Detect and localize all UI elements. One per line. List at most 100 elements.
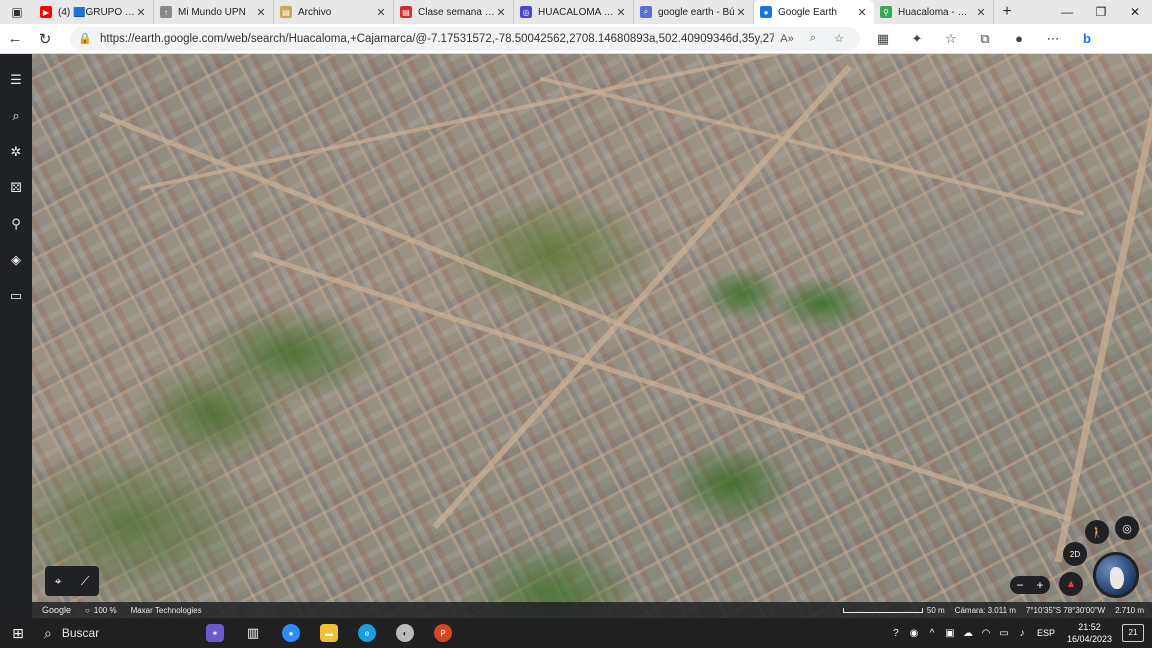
compass-icon[interactable]: ▲ bbox=[1059, 572, 1083, 596]
maps-pin-icon: ⚲ bbox=[880, 6, 892, 18]
powerpoint-icon[interactable]: P bbox=[424, 618, 462, 648]
coordinates: 7°10'35"S 78°30'00"W bbox=[1025, 605, 1106, 615]
tab-label: Mi Mundo UPN bbox=[178, 6, 246, 18]
zoom-out-icon[interactable]: − bbox=[1016, 578, 1023, 592]
chatgpt-icon: ◎ bbox=[520, 6, 532, 18]
language-indicator[interactable]: ESP bbox=[1037, 628, 1055, 638]
windows-start-icon[interactable]: ⊞ bbox=[0, 618, 36, 648]
earth-status-bar: Google ○ 100 % Maxar Technologies 50 m C… bbox=[32, 602, 1152, 618]
collections-icon[interactable]: ⧉ bbox=[968, 24, 1002, 54]
tab-strip: ▶(4) 🟦GRUPO LUZ✕↑Mi Mundo UPN✕▤Archivo✕▤… bbox=[34, 0, 994, 24]
tab-label: google earth - Bú bbox=[658, 6, 735, 18]
read-aloud-icon[interactable]: A» bbox=[774, 33, 800, 45]
tab-2[interactable]: ▤ Archivo ✕ bbox=[274, 0, 394, 24]
map-style-icon[interactable]: ◈ bbox=[0, 242, 32, 278]
task-view-icon[interactable]: ▥ bbox=[234, 618, 272, 648]
tab-close-icon[interactable]: ✕ bbox=[975, 6, 987, 19]
bing-icon[interactable]: b bbox=[1070, 24, 1104, 54]
satellite-imagery[interactable] bbox=[32, 54, 1152, 618]
load-percentage: 100 % bbox=[93, 605, 117, 615]
tab-4[interactable]: ◎ HUACALOMA - 1! ✕ bbox=[514, 0, 634, 24]
clock-time: 21:52 bbox=[1078, 622, 1101, 632]
notifications-badge[interactable]: 21 bbox=[1122, 624, 1144, 642]
url-text[interactable]: https://earth.google.com/web/search/Huac… bbox=[100, 33, 774, 45]
reload-icon[interactable]: ↻ bbox=[30, 24, 60, 54]
globe-minimap-icon[interactable] bbox=[1093, 552, 1139, 598]
address-bar[interactable]: 🔒 https://earth.google.com/web/search/Hu… bbox=[70, 26, 860, 51]
tab-close-icon[interactable]: ✕ bbox=[495, 6, 507, 19]
clock[interactable]: 21:52 16/04/2023 bbox=[1067, 621, 1112, 645]
restore-icon[interactable]: ❐ bbox=[1084, 0, 1118, 24]
search-icon: ⌕ bbox=[44, 624, 52, 641]
file-explorer-icon[interactable]: ▬ bbox=[310, 618, 348, 648]
tab-3[interactable]: ▤ Clase semana 3_p ✕ bbox=[394, 0, 514, 24]
help-icon[interactable]: ? bbox=[887, 628, 905, 639]
edge-browser-icon[interactable]: e bbox=[348, 618, 386, 648]
news-widget-icon[interactable]: ✶ bbox=[196, 618, 234, 648]
browser-nav-bar: ← ↻ 🔒 https://earth.google.com/web/searc… bbox=[0, 24, 1152, 54]
voyager-icon[interactable]: ✲ bbox=[0, 134, 32, 170]
camera-altitude: Cámara: 3.011 m bbox=[954, 605, 1016, 615]
feeling-lucky-icon[interactable]: ⚄ bbox=[0, 170, 32, 206]
tab-6[interactable]: ● Google Earth ✕ bbox=[754, 0, 874, 24]
measure-path-icon[interactable]: ⟋ bbox=[81, 574, 89, 589]
scale-bar: 50 m bbox=[842, 606, 945, 615]
zoom-controls: − + bbox=[1010, 576, 1050, 594]
loading-circle-icon: ○ bbox=[85, 605, 90, 615]
minimize-icon[interactable]: — bbox=[1050, 0, 1084, 24]
onedrive-icon[interactable]: ☁ bbox=[959, 628, 977, 639]
volume-icon[interactable]: ♪ bbox=[1013, 628, 1031, 639]
zoom-in-icon[interactable]: + bbox=[1036, 578, 1043, 592]
extension-icon[interactable]: ▦ bbox=[866, 24, 900, 54]
tab-label: (4) 🟦GRUPO LUZ bbox=[58, 6, 135, 18]
tab-1[interactable]: ↑ Mi Mundo UPN ✕ bbox=[154, 0, 274, 24]
zoom-icon[interactable]: ⌕ bbox=[800, 32, 826, 45]
pegman-icon[interactable]: 🚶 bbox=[1085, 520, 1109, 544]
tab-close-icon[interactable]: ✕ bbox=[255, 6, 267, 19]
earth-viewport[interactable]: ⌖ ⟋ 🚶 ◎ 2D − + ▲ Google ○ 100 % Maxar Te… bbox=[0, 54, 1152, 618]
tab-label: Google Earth bbox=[778, 6, 837, 18]
zoom-app-icon[interactable]: ● bbox=[272, 618, 310, 648]
windows-taskbar: ⊞ ⌕ Buscar ✶ ▥ ● ▬ e ◐ P ? ◉ ^ ▣ ☁ ◠ ▭ ♪… bbox=[0, 618, 1152, 648]
tab-close-icon[interactable]: ✕ bbox=[735, 6, 747, 19]
tab-0[interactable]: ▶ (4) 🟦GRUPO LUZ✕ bbox=[34, 0, 154, 24]
measure-icon[interactable]: ▭ bbox=[0, 278, 32, 314]
tab-close-icon[interactable]: ✕ bbox=[856, 6, 868, 19]
favorite-star-icon[interactable]: ☆ bbox=[826, 32, 852, 45]
taskbar-search-label: Buscar bbox=[61, 626, 100, 640]
google-logo: Google bbox=[42, 605, 72, 615]
tab-actions-icon[interactable]: ▣ bbox=[0, 0, 34, 24]
close-window-icon[interactable]: ✕ bbox=[1118, 0, 1152, 24]
pdf-icon: ▤ bbox=[400, 6, 412, 18]
tab-5[interactable]: ⌕ google earth - Bú ✕ bbox=[634, 0, 754, 24]
battery-icon[interactable]: ▭ bbox=[995, 628, 1013, 639]
my-location-icon[interactable]: ◎ bbox=[1115, 516, 1139, 540]
back-icon[interactable]: ← bbox=[0, 24, 30, 54]
menu-icon[interactable]: ☰ bbox=[0, 62, 32, 98]
favorites-icon[interactable]: ☆ bbox=[934, 24, 968, 54]
taskbar-search[interactable]: ⌕ Buscar bbox=[36, 618, 196, 648]
tab-7[interactable]: ⚲ Huacaloma - Goo ✕ bbox=[874, 0, 994, 24]
browser-tab-bar: ▣ ▶(4) 🟦GRUPO LUZ✕↑Mi Mundo UPN✕▤Archivo… bbox=[0, 0, 1152, 24]
imagery-credit: Maxar Technologies bbox=[130, 605, 202, 615]
whatsapp-icon[interactable]: ◐ bbox=[386, 618, 424, 648]
place-pin-icon[interactable]: ⌖ bbox=[55, 574, 62, 589]
folder-icon: ▤ bbox=[280, 6, 292, 18]
more-menu-icon[interactable]: ⋯ bbox=[1036, 24, 1070, 54]
extensions-puzzle-icon[interactable]: ✦ bbox=[900, 24, 934, 54]
profile-avatar-icon[interactable]: ● bbox=[1002, 24, 1036, 54]
new-tab-button[interactable]: + bbox=[994, 3, 1020, 21]
tab-close-icon[interactable]: ✕ bbox=[375, 6, 387, 19]
wifi-icon[interactable]: ◠ bbox=[977, 628, 995, 639]
projects-icon[interactable]: ⚲ bbox=[0, 206, 32, 242]
show-hidden-icons-icon[interactable]: ^ bbox=[923, 628, 941, 639]
chrome-tray-icon[interactable]: ◉ bbox=[905, 628, 923, 639]
tab-close-icon[interactable]: ✕ bbox=[615, 6, 627, 19]
search-icon[interactable]: ⌕ bbox=[0, 98, 32, 134]
tab-close-icon[interactable]: ✕ bbox=[135, 6, 147, 19]
2d-toggle-button[interactable]: 2D bbox=[1063, 542, 1087, 566]
earth-sidebar: ☰ ⌕ ✲ ⚄ ⚲ ◈ ▭ bbox=[0, 54, 32, 618]
camera-icon[interactable]: ▣ bbox=[941, 628, 959, 639]
lock-icon[interactable]: 🔒 bbox=[78, 32, 94, 45]
window-controls: — ❐ ✕ bbox=[1050, 0, 1152, 24]
